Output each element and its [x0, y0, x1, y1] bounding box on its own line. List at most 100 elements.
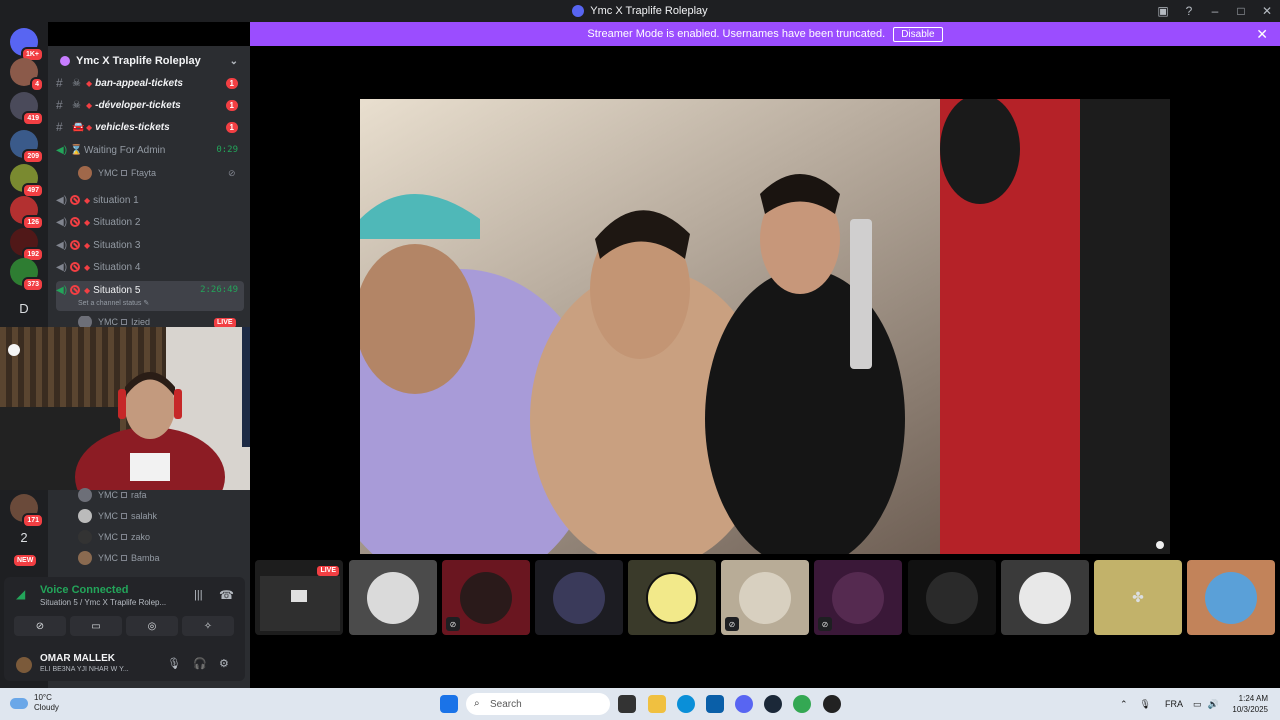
window-titlebar: Ymc X Traplife Roleplay ▣ ? – □ ✕ — [0, 0, 1280, 22]
server-icon[interactable]: 171 — [10, 494, 44, 528]
voice-connected-label: Voice Connected — [40, 584, 129, 596]
active-channel-row[interactable]: ◀) ◆ Situation 5 2:26:49 — [56, 280, 246, 300]
main-stream-video[interactable] — [360, 99, 1170, 554]
voice-member[interactable]: YMC salahk — [78, 507, 157, 525]
participant-tile[interactable] — [908, 560, 996, 635]
clock[interactable]: 1:24 AM 10/3/2025 — [1232, 693, 1268, 715]
avatar — [553, 571, 605, 624]
help-icon[interactable]: ? — [1176, 0, 1202, 22]
headphones-icon[interactable]: 🎧 — [193, 657, 207, 670]
speaker-icon: ◀) — [56, 284, 68, 296]
noise-suppression-icon[interactable]: ||| — [194, 589, 203, 601]
avatar — [78, 316, 92, 327]
close-window-button[interactable]: ✕ — [1254, 0, 1280, 22]
webcam-overlay — [0, 327, 289, 490]
chevron-down-icon[interactable]: ⌄ — [230, 56, 238, 67]
server-folder-icon[interactable]: 419 — [10, 92, 44, 126]
participant-tile[interactable]: ⊘ — [721, 560, 809, 635]
server-icon[interactable]: 497 — [10, 164, 44, 198]
member-tag: YMC — [98, 490, 118, 500]
channel-vehicles-tickets[interactable]: # 🚘 ◆ vehicles-tickets 1 — [56, 117, 246, 137]
avatar — [832, 571, 884, 624]
participant-tile[interactable]: ⊘ — [814, 560, 902, 635]
voice-member[interactable]: YMC Bamba — [78, 549, 160, 567]
home-server-icon[interactable]: 1K+ — [10, 28, 44, 62]
steam-icon[interactable] — [764, 695, 782, 713]
settings-gear-icon[interactable]: ⚙ — [219, 657, 229, 670]
user-avatar[interactable] — [16, 657, 32, 673]
edge-icon[interactable] — [677, 695, 695, 713]
chrome-icon[interactable] — [793, 695, 811, 713]
discord-taskbar-icon[interactable] — [735, 695, 753, 713]
search-box[interactable]: ⌕ Search — [466, 693, 610, 715]
store-icon[interactable] — [706, 695, 724, 713]
voice-member[interactable]: YMC zako — [78, 528, 150, 546]
server-icon[interactable]: 209 — [10, 130, 44, 164]
participant-tile[interactable]: ⊘ — [442, 560, 530, 635]
hash-icon: # — [56, 98, 63, 112]
microphone-icon[interactable]: 🎙 — [167, 657, 181, 670]
avatar — [739, 571, 791, 624]
signal-icon[interactable]: ◢ — [16, 587, 25, 601]
speaker-icon: ◀) — [56, 239, 68, 251]
activities-button[interactable]: ◎ — [126, 616, 178, 636]
app-icon[interactable] — [823, 695, 841, 713]
inbox-icon[interactable]: ▣ — [1150, 0, 1176, 22]
volume-icon[interactable]: 🔊 — [1208, 699, 1219, 710]
participant-tile[interactable] — [628, 560, 716, 635]
voice-channel-link[interactable]: Situation 5 / Ymc X Traplife Rolep... — [40, 598, 166, 607]
square-icon — [121, 534, 127, 540]
task-view-icon[interactable] — [618, 695, 636, 713]
voice-channel-situation-4[interactable]: ◀) ◆ Situation 4 — [56, 257, 246, 277]
no-entry-icon — [70, 217, 80, 227]
voice-member[interactable]: YMC Izied — [78, 316, 150, 327]
display-icon[interactable]: ▭ — [1193, 699, 1202, 710]
voice-channel-situation-3[interactable]: ◀) ◆ Situation 3 — [56, 235, 246, 255]
channel-name: Situation 5 — [93, 284, 141, 296]
server-letter-icon[interactable]: D — [10, 295, 38, 323]
maximize-button[interactable]: □ — [1228, 0, 1254, 22]
server-icon[interactable]: 126 — [10, 196, 44, 230]
disconnect-icon[interactable]: ☎ — [219, 588, 234, 602]
microphone-tray-icon[interactable]: 🎙 — [1140, 699, 1151, 710]
channel-name: vehicles-tickets — [95, 121, 170, 133]
server-letter-icon[interactable]: 2 — [10, 524, 38, 552]
voice-subtitle: Situation 5 / Ymc X Traplife Rolep... — [40, 598, 167, 607]
participant-tile[interactable] — [535, 560, 623, 635]
participant-tile-stream[interactable]: LIVE — [255, 560, 343, 635]
weather-temp: 10°C — [34, 693, 52, 702]
guild-header[interactable]: Ymc X Traplife Roleplay ⌄ — [48, 46, 250, 76]
member-name: Ftayta — [131, 168, 157, 178]
participant-tile[interactable] — [349, 560, 437, 635]
file-explorer-icon[interactable] — [648, 695, 666, 713]
chevron-up-icon[interactable]: ⌃ — [1120, 699, 1128, 710]
participant-tile[interactable] — [1001, 560, 1089, 635]
red-dot-icon: ◆ — [84, 262, 91, 272]
channel-developer-tickets[interactable]: # ☠ ◆ -déveloper-tickets 1 — [56, 95, 246, 115]
soundboard-button[interactable]: ✧ — [182, 616, 234, 636]
avatar — [460, 571, 512, 624]
soundboard-icon: ✧ — [203, 620, 213, 632]
voice-channel-situation-1[interactable]: ◀) ◆ situation 1 — [56, 190, 246, 210]
language-indicator[interactable]: FRA — [1165, 699, 1183, 709]
channel-ban-appeal-tickets[interactable]: # ☠ ◆ ban-appeal-tickets 1 — [56, 73, 246, 93]
square-icon — [121, 555, 127, 561]
voice-member[interactable]: YMC rafa — [78, 486, 147, 504]
start-icon[interactable] — [440, 695, 458, 713]
voice-channel-waiting[interactable]: ◀) ⌛ Waiting For Admin 0:29 — [56, 140, 246, 160]
voice-channel-situation-2[interactable]: ◀) ◆ Situation 2 — [56, 212, 246, 232]
close-banner-icon[interactable]: ✕ — [1256, 26, 1268, 43]
server-icon[interactable]: 192 — [10, 228, 44, 262]
screen-share-button[interactable]: ▭ — [70, 616, 122, 636]
camera-off-button[interactable]: ⊘ — [14, 616, 66, 636]
disable-streamer-mode-button[interactable]: Disable — [893, 26, 943, 42]
member-name: zako — [131, 532, 151, 542]
channel-status-prompt[interactable]: Set a channel status ✎ — [78, 299, 149, 307]
participant-tile[interactable]: ✤ — [1094, 560, 1182, 635]
minimize-button[interactable]: – — [1202, 0, 1228, 22]
weather-widget[interactable]: 10°C Cloudy — [10, 693, 59, 713]
server-icon[interactable]: 373 — [10, 258, 44, 292]
participant-tile[interactable] — [1187, 560, 1275, 635]
server-icon[interactable]: 4 — [10, 58, 44, 92]
voice-member[interactable]: YMC Ftayta ⊘ — [78, 164, 236, 182]
